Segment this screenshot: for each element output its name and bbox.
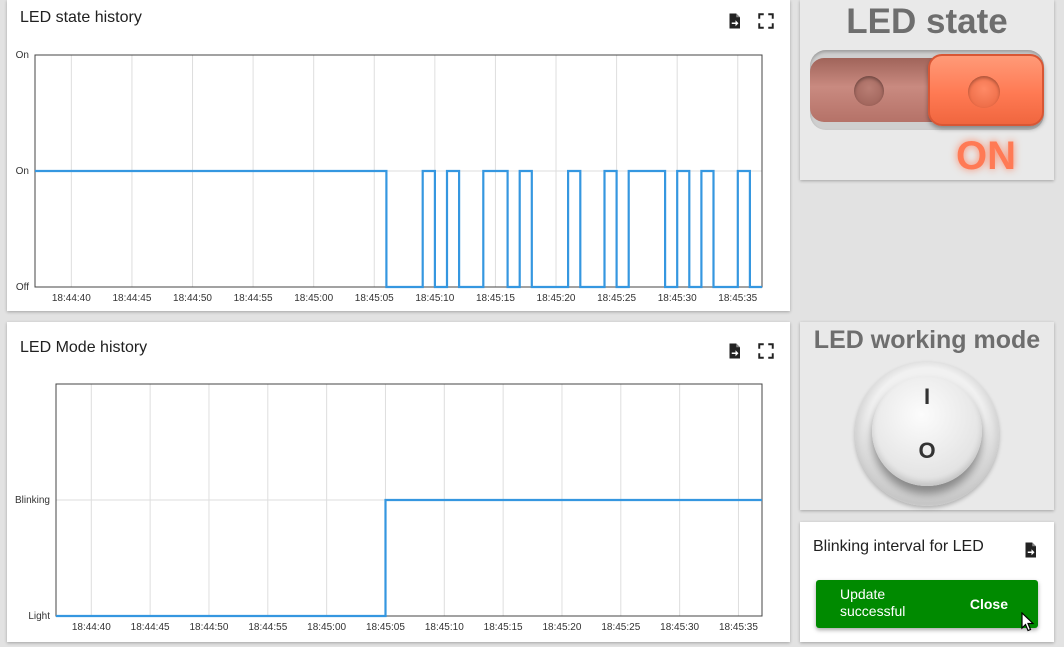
x-tick-label: 18:45:25	[601, 622, 640, 633]
led-mode-chart: 18:44:40 18:44:45 18:44:50 18:44:55 18:45:00…	[15, 383, 763, 633]
y-tick-label: On	[16, 50, 29, 61]
x-tick-label: 18:44:55	[248, 622, 287, 633]
x-tick-label: 18:45:25	[597, 293, 636, 304]
x-tick-label: 18:45:35	[718, 293, 757, 304]
switch-knob-dot	[968, 76, 1000, 108]
x-tick-label: 18:45:35	[719, 622, 758, 633]
x-tick-label: 18:44:45	[112, 293, 151, 304]
led-state-value: ON	[956, 134, 1016, 178]
x-tick-label: 18:45:15	[476, 293, 515, 304]
x-tick-label: 18:45:10	[425, 622, 464, 633]
led-state-switch[interactable]	[810, 50, 1044, 130]
y-tick-label: Blinking	[15, 495, 50, 506]
knob-mark-bottom: O	[918, 438, 936, 463]
knob-mark-top: I	[923, 384, 931, 409]
x-tick-label: 18:45:00	[307, 622, 346, 633]
y-tick-label: On	[16, 166, 29, 177]
mouse-cursor-icon	[1021, 612, 1035, 632]
switch-knob[interactable]	[928, 54, 1044, 126]
x-tick-label: 18:44:55	[234, 293, 273, 304]
x-tick-label: 18:45:05	[355, 293, 394, 304]
blinking-interval-title: Blinking interval for LED	[813, 538, 984, 555]
led-state-card: LED state ON	[800, 0, 1054, 180]
y-tick-label: Light	[28, 611, 50, 622]
switch-off-side[interactable]	[810, 58, 940, 122]
x-tick-label: 18:45:30	[658, 293, 697, 304]
led-state-history-card: LED state history 18:44:40 18:44:45 18:44:…	[7, 0, 790, 311]
x-tick-label: 18:45:10	[415, 293, 454, 304]
series-line	[35, 169, 762, 289]
x-tick-label: 18:45:20	[537, 293, 576, 304]
led-working-mode-title: LED working mode	[813, 326, 1041, 354]
x-tick-label: 18:44:50	[173, 293, 212, 304]
switch-off-dot	[854, 76, 884, 106]
x-tick-label: 18:44:40	[72, 622, 111, 633]
toast-close-button[interactable]: Close	[970, 596, 1008, 612]
x-tick-label: 18:44:40	[52, 293, 91, 304]
update-toast: Update successful Close	[816, 580, 1038, 628]
blinking-interval-card: Blinking interval for LED Update success…	[800, 522, 1054, 642]
mode-knob[interactable]: I O	[872, 376, 982, 486]
x-tick-label: 18:45:00	[294, 293, 333, 304]
led-state-title: LED state	[846, 2, 1008, 41]
series-line	[56, 498, 762, 618]
export-icon[interactable]	[1021, 541, 1039, 559]
x-tick-label: 18:45:30	[660, 622, 699, 633]
x-tick-label: 18:44:45	[131, 622, 170, 633]
led-state-chart: 18:44:40 18:44:45 18:44:50 18:44:55 18:45:00…	[16, 50, 763, 304]
y-tick-label: Off	[16, 282, 29, 293]
x-tick-label: 18:45:15	[484, 622, 523, 633]
led-mode-history-card: LED Mode history 18:44:40 18:44:45 18:44:5…	[7, 322, 790, 642]
mode-knob-bezel: I O	[855, 362, 999, 506]
toast-message: Update successful	[840, 586, 906, 619]
x-tick-label: 18:45:20	[542, 622, 581, 633]
led-working-mode-card: LED working mode I O	[800, 322, 1054, 510]
x-tick-label: 18:44:50	[189, 622, 228, 633]
x-tick-label: 18:45:05	[366, 622, 405, 633]
